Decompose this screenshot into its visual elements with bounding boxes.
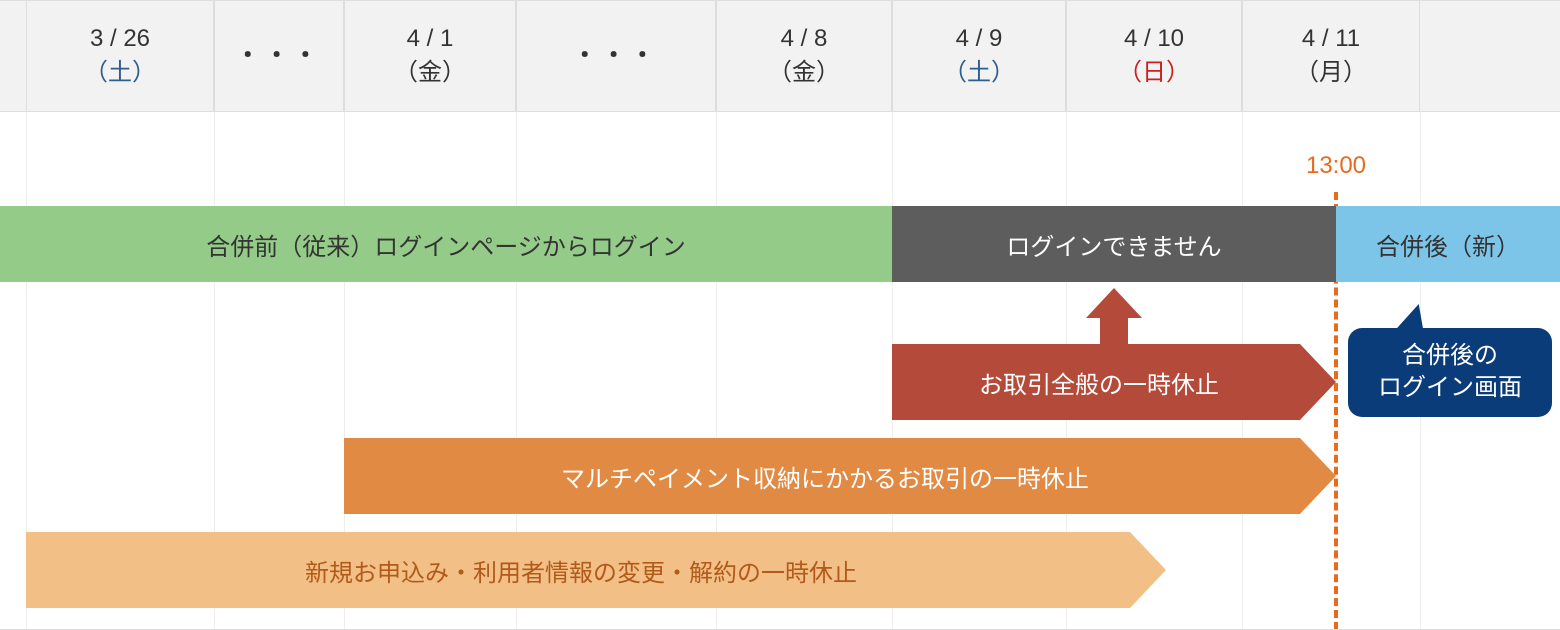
dow-label: （金） [394, 56, 466, 90]
dow-label: （土） [84, 56, 156, 90]
date-col-3-26: 3 / 26 （土） [26, 1, 214, 111]
date-header-row: 3 / 26 （土） ・・・ 4 / 1 （金） ・・・ 4 / 8 （金） 4… [0, 0, 1560, 112]
date-col-ellipsis-1: ・・・ [214, 1, 344, 111]
chevron-up-icon [1086, 288, 1142, 318]
arrow-all-transactions-suspended: お取引全般の一時休止 [892, 344, 1336, 420]
bar-label: 合併前（従来）ログインページからログイン [206, 227, 686, 262]
date-col-4-9: 4 / 9 （土） [892, 1, 1066, 111]
timeline-chart: 3 / 26 （土） ・・・ 4 / 1 （金） ・・・ 4 / 8 （金） 4… [0, 0, 1560, 630]
date-label: 4 / 9 [956, 22, 1003, 56]
bar-label: 新規お申込み・利用者情報の変更・解約の一時休止 [305, 553, 887, 588]
arrow-stem [1100, 316, 1128, 346]
post-merger-login-bubble: 合併後の ログイン画面 [1348, 328, 1552, 417]
bar-label: 合併後（新） [1376, 227, 1520, 262]
bar-post-merger-login: 合併後（新） [1336, 206, 1560, 282]
date-label: 4 / 10 [1124, 22, 1184, 56]
date-col-ellipsis-2: ・・・ [516, 1, 716, 111]
bubble-text: 合併後の ログイン画面 [1378, 342, 1522, 401]
dow-label: （月） [1295, 56, 1367, 90]
bar-label: マルチペイメント収納にかかるお取引の一時休止 [561, 459, 1119, 494]
date-col-4-11: 4 / 11 （月） [1242, 1, 1420, 111]
ellipsis-label: ・・・ [236, 39, 322, 73]
arrow-multipayment-suspended: マルチペイメント収納にかかるお取引の一時休止 [344, 438, 1336, 514]
date-col-4-10: 4 / 10 （日） [1066, 1, 1242, 111]
date-label: 3 / 26 [90, 22, 150, 56]
bar-label: ログインできません [1006, 227, 1221, 262]
dow-label: （土） [943, 56, 1015, 90]
date-col-4-1: 4 / 1 （金） [344, 1, 516, 111]
arrow-signup-change-cancel-suspended: 新規お申込み・利用者情報の変更・解約の一時休止 [26, 532, 1166, 608]
time-marker-label: 13:00 [1296, 152, 1376, 180]
date-label: 4 / 8 [781, 22, 828, 56]
dow-label: （日） [1118, 56, 1190, 90]
bubble-tail-icon [1395, 304, 1432, 330]
dow-label: （金） [768, 56, 840, 90]
bar-pre-merger-login: 合併前（従来）ログインページからログイン [0, 206, 892, 282]
date-col-4-8: 4 / 8 （金） [716, 1, 892, 111]
bar-login-unavailable: ログインできません [892, 206, 1336, 282]
bar-label: お取引全般の一時休止 [979, 365, 1249, 400]
ellipsis-label: ・・・ [573, 39, 659, 73]
date-label: 4 / 1 [407, 22, 454, 56]
date-label: 4 / 11 [1302, 22, 1360, 56]
